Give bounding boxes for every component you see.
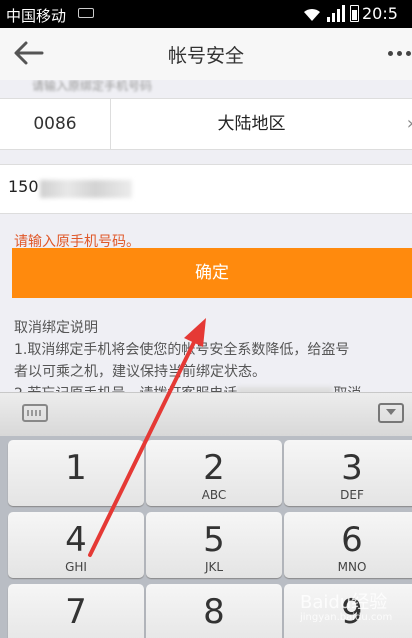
region-name[interactable]: 大陆地区 bbox=[111, 99, 392, 149]
info-line-2: 者以可乘之机，建议保持当前绑定状态。 bbox=[14, 364, 266, 380]
key-2[interactable]: 2 ABC bbox=[146, 440, 282, 506]
country-code[interactable]: 0086 bbox=[0, 99, 111, 149]
hint-text: 请输入原绑定手机号码 bbox=[32, 80, 153, 93]
key-3[interactable]: 3 DEF bbox=[284, 440, 412, 506]
key-4[interactable]: 4 GHI bbox=[8, 512, 144, 578]
key-6[interactable]: 6 MNO bbox=[284, 512, 412, 578]
phone-input[interactable] bbox=[8, 177, 38, 196]
key-8[interactable]: 8 bbox=[146, 584, 282, 638]
chevron-right-icon: › bbox=[407, 113, 412, 134]
key-5[interactable]: 5 JKL bbox=[146, 512, 282, 578]
wifi-icon bbox=[304, 8, 320, 21]
key-7[interactable]: 7 bbox=[8, 584, 144, 638]
screen: 中国移动 20:5 帐号安全 请输入原绑定手机号码 0086 大陆地区 › bbox=[0, 0, 412, 638]
phone-field-container[interactable] bbox=[0, 164, 412, 214]
confirm-button[interactable]: 确定 bbox=[12, 248, 412, 298]
title-bar: 帐号安全 bbox=[0, 28, 412, 80]
info-title: 取消绑定说明 bbox=[14, 320, 98, 336]
region-selector[interactable]: 0086 大陆地区 › bbox=[0, 98, 412, 150]
more-dots-icon[interactable] bbox=[386, 42, 412, 62]
watermark-logo: Baidu经验 bbox=[300, 592, 388, 613]
keyboard-toolbar bbox=[0, 392, 412, 436]
keyboard-indicator-icon bbox=[78, 8, 94, 18]
page-title: 帐号安全 bbox=[167, 45, 244, 67]
status-bar: 中国移动 20:5 bbox=[0, 0, 412, 28]
carrier-name: 中国移动 bbox=[6, 7, 67, 25]
battery-icon bbox=[350, 5, 359, 22]
key-1[interactable]: 1 bbox=[8, 440, 144, 506]
watermark-url: jingyan.baidu.com bbox=[300, 612, 393, 623]
redacted-phone-digits bbox=[40, 180, 132, 198]
keyboard-switch-icon[interactable] bbox=[22, 404, 48, 422]
signal-icon bbox=[327, 5, 345, 22]
info-line-1: 1.取消绑定手机将会使您的帐号安全系数降低，给盗号 bbox=[14, 342, 350, 358]
keyboard-hide-icon[interactable] bbox=[378, 403, 404, 423]
clock: 20:5 bbox=[362, 4, 398, 23]
